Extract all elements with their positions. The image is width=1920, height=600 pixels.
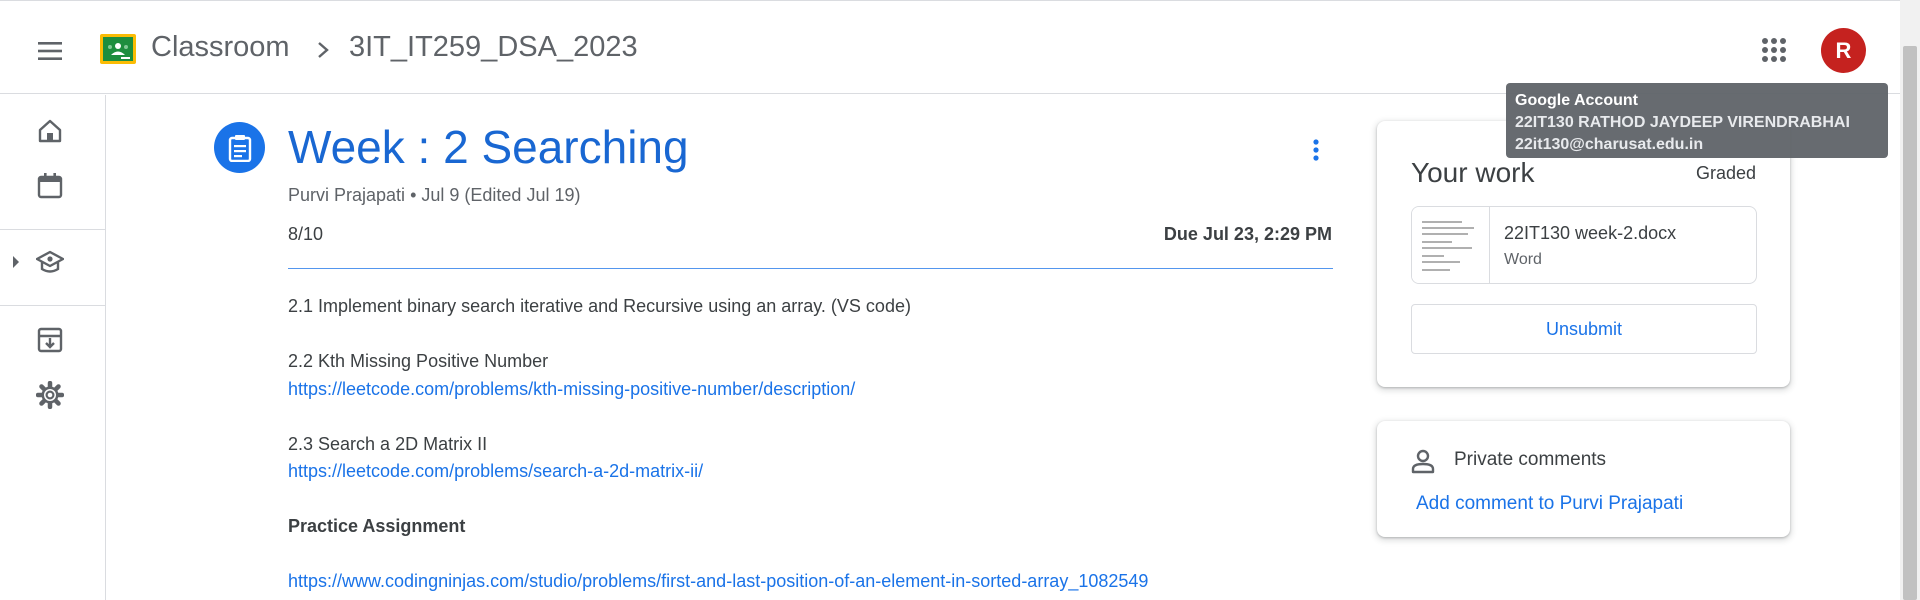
header-divider [288, 268, 1333, 269]
settings-icon[interactable] [36, 381, 64, 409]
account-tooltip: Google Account 22IT130 RATHOD JAYDEEP VI… [1506, 83, 1888, 158]
navigation-rail [0, 95, 106, 600]
meta-separator: • [410, 185, 422, 205]
top-app-bar: Classroom 3IT_IT259_DSA_2023 R [0, 0, 1900, 94]
calendar-icon[interactable] [36, 172, 64, 200]
assignment-icon [214, 122, 265, 173]
classroom-logo-icon[interactable] [100, 34, 136, 64]
add-private-comment-link[interactable]: Add comment to Purvi Prajapati [1416, 493, 1683, 515]
enrolled-icon[interactable] [36, 248, 64, 276]
scrollbar-thumb[interactable] [1903, 46, 1917, 600]
grade-points: 8/10 [288, 224, 324, 244]
instruction-link[interactable]: https://leetcode.com/problems/search-a-2… [288, 461, 703, 482]
person-icon [1411, 449, 1435, 474]
rail-divider [0, 229, 105, 230]
instruction-link[interactable]: https://www.codingninjas.com/studio/prob… [288, 571, 1148, 592]
post-date: Jul 9 (Edited Jul 19) [421, 185, 581, 205]
instruction-heading: Practice Assignment [288, 516, 466, 536]
app-title[interactable]: Classroom [151, 31, 290, 64]
private-comments-card: Private comments Add comment to Purvi Pr… [1377, 421, 1790, 537]
instruction-text: 2.2 Kth Missing Positive Number [288, 351, 549, 371]
your-work-title: Your work [1411, 157, 1535, 188]
main-menu-icon[interactable] [33, 34, 67, 68]
course-name[interactable]: 3IT_IT259_DSA_2023 [349, 31, 638, 64]
more-options-icon[interactable] [1304, 136, 1328, 164]
expand-caret-icon[interactable] [12, 256, 20, 268]
apps-grid-icon[interactable] [1760, 36, 1788, 64]
rail-divider [0, 305, 105, 306]
archive-icon[interactable] [36, 326, 64, 354]
account-avatar[interactable]: R [1821, 28, 1866, 73]
assignment-title: Week : 2 Searching [288, 121, 689, 173]
your-work-card: Your work Graded 22IT130 week-2.docx Wor… [1377, 121, 1790, 387]
attachment-type: Word [1504, 251, 1542, 268]
breadcrumb-chevron-icon [318, 42, 329, 58]
attachment-name: 22IT130 week-2.docx [1504, 223, 1677, 243]
tooltip-title: Google Account [1515, 92, 1638, 109]
tooltip-account-name: 22IT130 RATHOD JAYDEEP VIRENDRABHAI [1515, 114, 1850, 131]
grading-status: Graded [1695, 163, 1756, 183]
tooltip-account-email: 22it130@charusat.edu.in [1515, 136, 1704, 153]
document-thumbnail [1412, 207, 1490, 283]
instruction-text: 2.3 Search a 2D Matrix II [288, 434, 488, 454]
author-name: Purvi Prajapati [288, 185, 406, 205]
attachment-card[interactable]: 22IT130 week-2.docx Word [1411, 206, 1757, 284]
instruction-text: 2.1 Implement binary search iterative an… [288, 296, 911, 316]
instruction-link[interactable]: https://leetcode.com/problems/kth-missin… [288, 379, 855, 400]
due-date: Due Jul 23, 2:29 PM [1163, 224, 1332, 244]
private-comments-title: Private comments [1454, 449, 1607, 470]
home-icon[interactable] [36, 117, 64, 145]
unsubmit-button[interactable]: Unsubmit [1411, 304, 1757, 354]
assignment-meta: Purvi Prajapati • Jul 9 (Edited Jul 19) [288, 185, 580, 206]
